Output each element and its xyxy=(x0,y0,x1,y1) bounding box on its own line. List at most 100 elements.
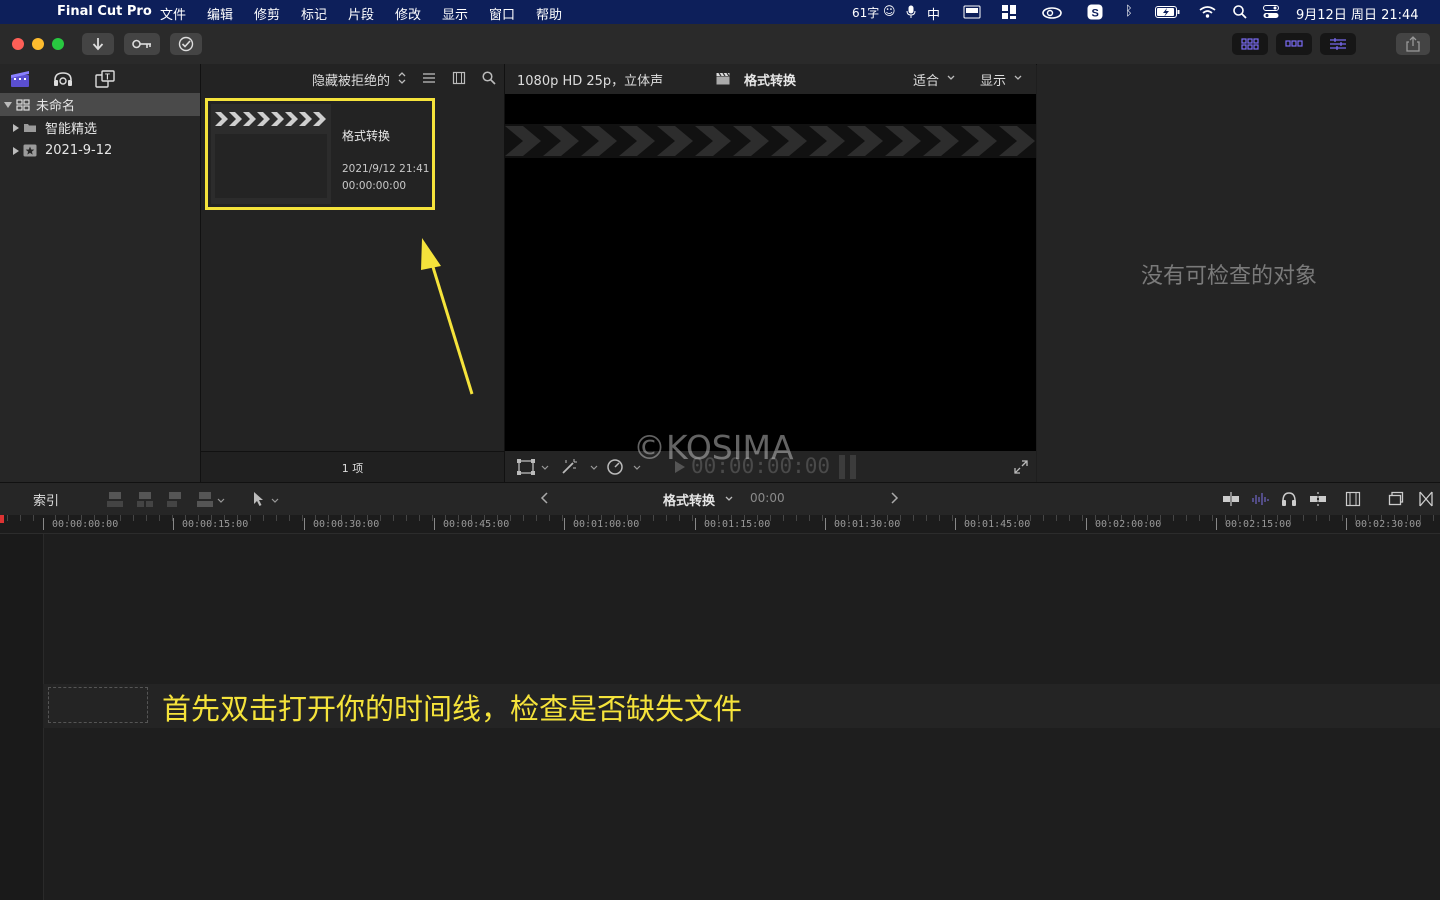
disclosure-right-icon[interactable] xyxy=(13,123,19,132)
enhance-wand-icon[interactable] xyxy=(560,458,578,476)
project-clip[interactable]: 格式转换 2021/9/12 21:41 00:00:00:00 xyxy=(211,104,429,204)
chevron-down-icon[interactable] xyxy=(1014,75,1022,81)
ruler-tick xyxy=(955,518,956,530)
battery-icon[interactable] xyxy=(1155,6,1181,18)
empty-storyline-placeholder[interactable] xyxy=(48,687,148,723)
toggle-inspector-button[interactable] xyxy=(1320,33,1356,55)
transform-icon[interactable] xyxy=(517,459,535,475)
import-button[interactable] xyxy=(82,33,114,55)
timeline-forward-icon[interactable] xyxy=(891,492,899,504)
share-button[interactable] xyxy=(1396,33,1430,55)
control-center-icon[interactable] xyxy=(1263,5,1279,19)
screen-icon[interactable] xyxy=(963,5,981,19)
close-window-button[interactable] xyxy=(12,38,24,50)
chevron-down-icon[interactable] xyxy=(590,465,598,471)
menu-file[interactable]: 文件 xyxy=(160,4,186,23)
keywords-button[interactable] xyxy=(124,33,160,55)
checkmark-circle-icon xyxy=(178,36,194,52)
library-row[interactable]: 未命名 xyxy=(0,93,200,116)
item-count: 1 项 xyxy=(341,461,364,475)
key-icon xyxy=(132,39,152,49)
menu-window[interactable]: 窗口 xyxy=(489,4,515,23)
ruler-tick xyxy=(1346,518,1347,530)
menu-help[interactable]: 帮助 xyxy=(536,4,562,23)
effects-browser-icon[interactable] xyxy=(1419,491,1433,507)
spotlight-search-icon[interactable] xyxy=(1233,5,1247,19)
sync-app-icon[interactable]: S xyxy=(1087,4,1103,20)
timeline-area[interactable]: 首先双击打开你的时间线，检查是否缺失文件 xyxy=(0,534,1440,900)
menu-edit[interactable]: 编辑 xyxy=(207,4,233,23)
timeline-duration: 00:00 xyxy=(750,491,785,505)
menu-mark[interactable]: 标记 xyxy=(301,4,327,23)
menu-trim[interactable]: 修剪 xyxy=(254,4,280,23)
libraries-tab-icon[interactable] xyxy=(10,70,30,88)
inspector-empty-message: 没有可检查的对象 xyxy=(1141,264,1318,289)
annotation-arrow xyxy=(421,238,474,395)
zoom-fit-dropdown[interactable]: 适合 xyxy=(913,70,939,89)
zoom-window-button[interactable] xyxy=(52,38,64,50)
clip-filter-dropdown[interactable]: 隐藏被拒绝的 xyxy=(312,70,390,89)
bluetooth-icon[interactable]: ᛒ xyxy=(1125,4,1133,19)
background-tasks-button[interactable] xyxy=(170,33,202,55)
menu-modify[interactable]: 修改 xyxy=(395,4,421,23)
sidebar-item-event[interactable]: 2021-9-12 xyxy=(0,139,200,162)
retime-icon[interactable] xyxy=(606,458,624,476)
smiley-icon[interactable]: ☺ xyxy=(883,4,896,18)
share-icon xyxy=(1406,36,1420,52)
chevron-down-icon[interactable] xyxy=(725,496,733,502)
chevron-down-icon[interactable] xyxy=(541,465,549,471)
ruler-label: 00:00:45:00 xyxy=(443,519,510,530)
menu-view[interactable]: 显示 xyxy=(442,4,468,23)
overwrite-clip-icon[interactable] xyxy=(196,490,214,508)
toggle-timeline-button[interactable] xyxy=(1276,33,1312,55)
ruler-tick xyxy=(304,518,305,530)
menu-clip[interactable]: 片段 xyxy=(348,4,374,23)
timeline-project-name[interactable]: 格式转换 xyxy=(663,490,715,509)
list-view-icon[interactable] xyxy=(422,72,436,84)
ruler-label: 00:01:30:00 xyxy=(834,519,901,530)
filmstrip-settings-icon[interactable] xyxy=(452,71,466,85)
up-down-chevron-icon[interactable] xyxy=(398,71,406,85)
audio-waveform-icon[interactable] xyxy=(1251,491,1269,507)
disclosure-right-icon[interactable] xyxy=(13,146,19,155)
connect-clip-icon[interactable] xyxy=(106,490,124,508)
timeline-index-button[interactable]: 索引 xyxy=(33,490,59,509)
search-icon[interactable] xyxy=(482,71,496,85)
headphones-icon[interactable] xyxy=(1281,491,1297,507)
ruler-label: 00:00:15:00 xyxy=(182,519,249,530)
creative-cloud-icon[interactable] xyxy=(1042,5,1062,19)
append-clip-icon[interactable] xyxy=(166,490,184,508)
chevron-down-icon[interactable] xyxy=(217,498,225,504)
disclosure-down-icon[interactable] xyxy=(4,101,12,108)
video-only-icon[interactable] xyxy=(1222,491,1240,507)
clock[interactable]: 9月12日 周日 21:44 xyxy=(1296,4,1419,23)
minimize-window-button[interactable] xyxy=(32,38,44,50)
select-tool-icon[interactable] xyxy=(253,491,265,507)
ruler-label: 00:01:45:00 xyxy=(964,519,1031,530)
insert-clip-icon[interactable] xyxy=(136,490,154,508)
svg-text:S: S xyxy=(1092,8,1099,20)
clip-duration: 00:00:00:00 xyxy=(342,180,407,192)
fullscreen-icon[interactable] xyxy=(1014,460,1028,474)
toggle-browser-button[interactable] xyxy=(1232,33,1268,55)
grid-app-icon[interactable] xyxy=(1002,5,1016,19)
sidebar-item-smart-collections[interactable]: 智能精选 xyxy=(0,116,200,139)
chevron-down-icon[interactable] xyxy=(947,75,955,81)
clip-appearance-icon[interactable] xyxy=(1345,491,1361,507)
view-options-dropdown[interactable]: 显示 xyxy=(980,70,1006,89)
timeline-ruler[interactable]: 00:00:00:00 00:00:15:00 00:00:30:00 00:0… xyxy=(0,515,1440,534)
photos-audio-tab-icon[interactable] xyxy=(53,70,73,88)
chevron-down-icon[interactable] xyxy=(271,498,279,504)
timeline-index-toggle-icon[interactable] xyxy=(1388,491,1404,507)
sidebar-item-label: 智能精选 xyxy=(45,122,98,137)
empty-project-pattern xyxy=(505,124,1036,158)
microphone-icon[interactable] xyxy=(906,5,916,19)
timeline-back-icon[interactable] xyxy=(540,492,548,504)
titles-generators-tab-icon[interactable]: T xyxy=(95,70,115,88)
app-menu[interactable]: Final Cut Pro xyxy=(57,4,152,19)
snapping-icon[interactable] xyxy=(1309,491,1327,507)
wifi-icon[interactable] xyxy=(1199,5,1216,18)
download-arrow-icon xyxy=(92,37,104,51)
input-method[interactable]: 中 xyxy=(927,4,940,23)
svg-text:T: T xyxy=(105,73,110,82)
